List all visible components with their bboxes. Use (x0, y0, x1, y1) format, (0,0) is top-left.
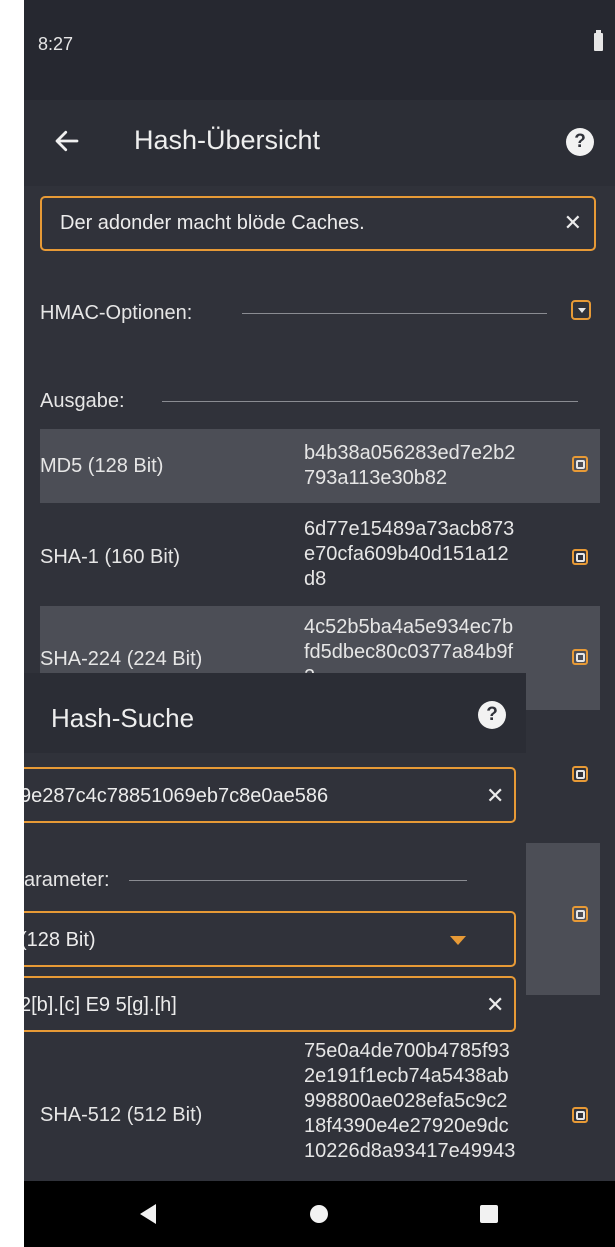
clear-icon[interactable]: ✕ (486, 783, 504, 809)
hash-algorithm-name: SHA-512 (512 Bit) (40, 1104, 203, 1126)
hash-row: MD5 (128 Bit) b4b38a056283ed7e2b2 793a113e… (40, 429, 600, 503)
text-input-value[interactable]: Der adonder macht blöde Caches. (60, 212, 365, 235)
help-icon[interactable]: ? (478, 701, 506, 729)
hash-value-line: 998800ae028efa5c9c2 (304, 1090, 508, 1112)
hash-value-line: 10226d8a93417e49943 (304, 1140, 516, 1162)
clear-icon[interactable]: ✕ (564, 210, 582, 236)
phone-screen: 8:27 Hash-Übersicht ? Der adonder macht … (24, 0, 615, 1247)
text-input[interactable]: Der adonder macht blöde Caches. ✕ (40, 196, 596, 251)
pattern-input-value[interactable]: 2[b].[c] E9 5[g].[h] (24, 994, 177, 1017)
output-label: Ausgabe: (40, 390, 125, 412)
hash-row: SHA-1 (160 Bit) 6d77e15489a73acb873 e70cfa… (40, 506, 600, 604)
copy-icon[interactable] (572, 456, 588, 472)
hash-value-line: 75e0a4de700b4785f93 (304, 1040, 510, 1062)
hash-search-value[interactable]: 9e287c4c78851069eb7c8e0ae586 (24, 785, 328, 808)
status-time: 8:27 (38, 34, 74, 54)
copy-icon[interactable] (572, 649, 588, 665)
help-icon[interactable]: ? (566, 128, 594, 156)
hash-search-overlay: Hash-Suche ? 9e287c4c78851069eb7c8e0ae58… (24, 673, 526, 1033)
battery-icon (594, 30, 603, 51)
hash-value-line: e70cfa609b40d151a12 (304, 543, 509, 565)
algorithm-select-value[interactable]: (128 Bit) (24, 929, 96, 952)
hash-algorithm-name: MD5 (128 Bit) (40, 455, 164, 477)
back-arrow-icon[interactable] (52, 126, 82, 156)
copy-icon[interactable] (572, 549, 588, 565)
hash-value-line: 6d77e15489a73acb873 (304, 518, 515, 540)
hash-value: 6d77e15489a73acb873 e70cfa609b40d151a12 d8 (304, 517, 514, 592)
divider (162, 401, 578, 402)
hash-value-line: 793a113e30b82 (304, 467, 448, 489)
hash-algorithm-name: SHA-1 (160 Bit) (40, 546, 181, 568)
status-bar: 8:27 (24, 0, 615, 100)
hash-search-input[interactable]: 9e287c4c78851069eb7c8e0ae586 ✕ (24, 767, 516, 823)
overlay-title: Hash-Suche (51, 703, 195, 733)
parameter-label: arameter: (24, 869, 110, 891)
clear-icon[interactable]: ✕ (486, 992, 504, 1018)
divider (242, 313, 547, 314)
hash-value: b4b38a056283ed7e2b2 793a113e30b82 (304, 441, 515, 491)
navigation-bar (24, 1181, 615, 1247)
hash-value: 3bfb175e0a4de700b4785f932e191f1ecb74a543… (304, 1014, 515, 1164)
overlay-app-bar: Hash-Suche ? (24, 673, 526, 753)
hash-value-line: 2e191f1ecb74a5438ab (304, 1065, 509, 1087)
expand-icon[interactable] (571, 300, 591, 320)
copy-icon[interactable] (572, 906, 588, 922)
hash-value-line: fd5dbec80c0377a84b9f (304, 641, 514, 663)
copy-icon[interactable] (572, 766, 588, 782)
hash-value-line: 4c52b5ba4a5e934ec7b (304, 616, 514, 638)
nav-recents-icon[interactable] (480, 1205, 498, 1223)
nav-back-icon[interactable] (140, 1204, 156, 1224)
hash-value-line: 18f4390e4e27920e9dc (304, 1115, 509, 1137)
dropdown-arrow-icon[interactable] (450, 936, 466, 945)
hash-algorithm-name: SHA-224 (224 Bit) (40, 648, 203, 670)
hash-value-line: d8 (304, 568, 327, 590)
algorithm-select[interactable]: (128 Bit) (24, 911, 516, 967)
pattern-input[interactable]: 2[b].[c] E9 5[g].[h] ✕ (24, 976, 516, 1032)
page-title: Hash-Übersicht (134, 125, 321, 155)
hmac-options-label: HMAC-Optionen: (40, 302, 193, 324)
divider (129, 880, 467, 881)
copy-icon[interactable] (572, 1107, 588, 1123)
nav-home-icon[interactable] (310, 1205, 328, 1223)
hash-value-line: b4b38a056283ed7e2b2 (304, 442, 516, 464)
